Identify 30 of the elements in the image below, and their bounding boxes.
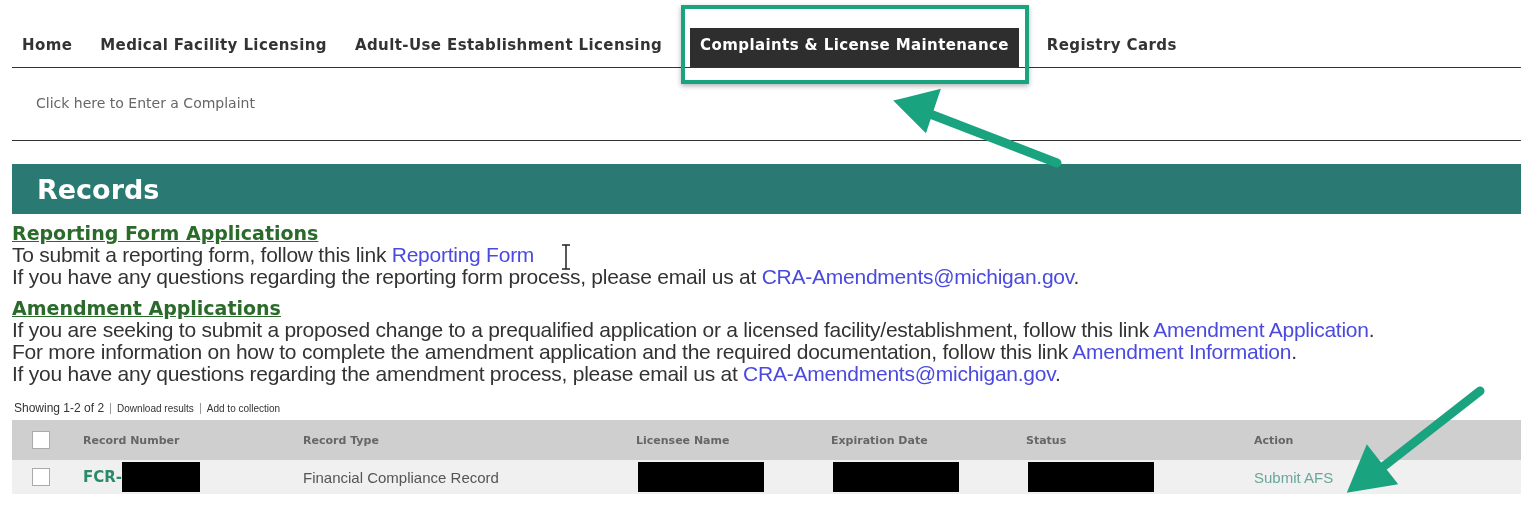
complaint-link[interactable]: Click here to Enter a Complaint bbox=[36, 95, 255, 111]
text-link[interactable]: CRA-Amendments@michigan.gov bbox=[761, 265, 1074, 288]
nav-tab[interactable]: Adult-Use Establishment Licensing bbox=[340, 28, 677, 67]
text-link[interactable]: Reporting Form bbox=[391, 243, 535, 266]
info-text: If you have any questions regarding the amendment process, please email us at CRA-Amendments@michigan.gov. bbox=[12, 363, 1061, 385]
text-link[interactable]: Amendment Information bbox=[1072, 340, 1292, 363]
info-text: If you are seeking to submit a proposed change to a prequalified application or a licensed facility/establishment, follow this link Amendment Application. bbox=[12, 319, 1375, 341]
info-text: For more information on how to complete the amendment application and the required documentation, follow this link Amendment Information. bbox=[12, 341, 1297, 363]
info-text: If you have any questions regarding the reporting form process, please email us at CRA-Amendments@michigan.gov. bbox=[12, 266, 1080, 288]
nav-tab[interactable]: Medical Facility Licensing bbox=[86, 28, 341, 67]
section-heading[interactable]: Reporting Form Applications bbox=[12, 222, 319, 244]
nav-tab[interactable]: Complaints & License Maintenance bbox=[690, 28, 1019, 67]
column-header: Record Type bbox=[303, 433, 379, 447]
table-cell: Financial Compliance Record bbox=[303, 468, 499, 486]
banner-title: Records bbox=[37, 173, 160, 205]
column-header: Status bbox=[1026, 433, 1067, 447]
section-heading[interactable]: Amendment Applications bbox=[12, 297, 281, 319]
column-header: Licensee Name bbox=[636, 433, 730, 447]
nav-tab[interactable]: Home bbox=[12, 28, 87, 67]
column-header: Action bbox=[1254, 433, 1294, 447]
results-action-link[interactable]: Download results bbox=[117, 402, 194, 414]
nav-tab[interactable]: Registry Cards bbox=[1032, 28, 1191, 67]
record-link[interactable]: FCR- bbox=[83, 468, 123, 486]
text-link[interactable]: Amendment Application bbox=[1153, 318, 1369, 341]
column-header: Expiration Date bbox=[831, 433, 928, 447]
column-header: Record Number bbox=[83, 433, 180, 447]
results-action-link[interactable]: Add to collection bbox=[206, 402, 281, 414]
text-link[interactable]: CRA-Amendments@michigan.gov bbox=[743, 362, 1055, 385]
info-text: To submit a reporting form, follow this link Reporting Form bbox=[12, 244, 535, 266]
results-count: Showing 1-2 of 2 bbox=[14, 401, 105, 415]
